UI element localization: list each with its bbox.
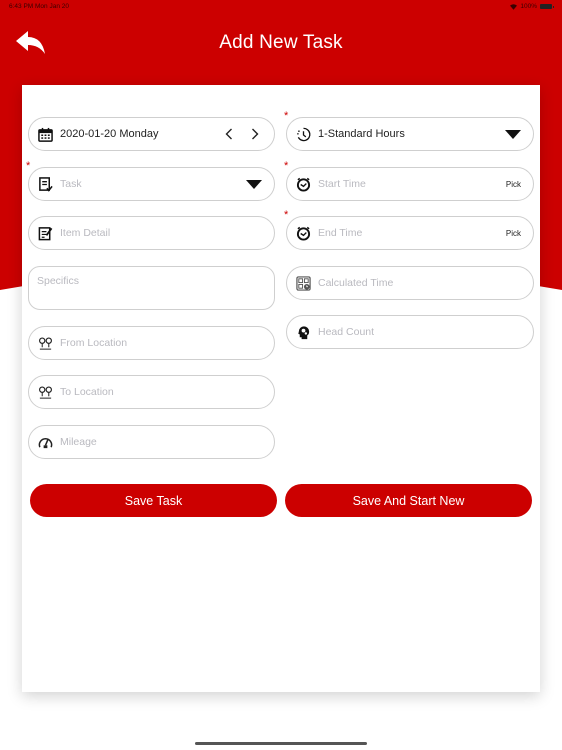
location-pins-icon [37, 384, 53, 400]
end-time-pick-button[interactable]: Pick [506, 229, 521, 238]
end-time-placeholder: End Time [318, 227, 363, 239]
start-time-placeholder: Start Time [318, 178, 366, 190]
head-count-placeholder: Head Count [318, 326, 375, 338]
to-location-input[interactable]: To Location [28, 375, 275, 409]
task-dropdown[interactable]: * Task [26, 161, 275, 201]
start-time-input[interactable]: * Start Time Pick [284, 161, 534, 201]
alarm-clock-icon [295, 225, 311, 241]
home-indicator[interactable] [195, 742, 367, 745]
task-form-card: 2020-01-20 Monday * Task Item Detail Spe… [22, 85, 540, 692]
speedometer-icon [37, 434, 53, 450]
mileage-placeholder: Mileage [60, 436, 97, 448]
head-gears-icon [295, 324, 311, 340]
save-and-start-new-button[interactable]: Save And Start New [285, 484, 532, 517]
status-bar: 6:43 PM Mon Jan 20 100% [0, 0, 562, 14]
to-location-placeholder: To Location [60, 386, 114, 398]
caret-down-icon [246, 179, 262, 189]
item-detail-input[interactable]: Item Detail [28, 216, 275, 250]
previous-day-button[interactable] [222, 127, 236, 141]
battery-percent: 100% [520, 3, 537, 10]
start-time-pick-button[interactable]: Pick [506, 180, 521, 189]
specifics-textarea[interactable]: Specifics [28, 266, 275, 310]
chevron-left-icon [225, 128, 232, 140]
chevron-right-icon [252, 128, 259, 140]
calculator-clock-icon [295, 275, 311, 291]
wifi-icon [510, 3, 518, 10]
date-selector[interactable]: 2020-01-20 Monday [28, 117, 275, 151]
date-value: 2020-01-20 Monday [60, 128, 159, 140]
required-marker: * [26, 160, 31, 172]
save-task-button[interactable]: Save Task [30, 484, 277, 517]
caret-down-icon [505, 129, 521, 139]
status-time: 6:43 PM Mon Jan 20 [9, 3, 69, 10]
edit-document-icon [37, 225, 53, 241]
calculated-time-placeholder: Calculated Time [318, 277, 394, 289]
item-detail-placeholder: Item Detail [60, 227, 111, 239]
task-placeholder: Task [60, 178, 82, 190]
hours-type-value: 1-Standard Hours [318, 128, 405, 140]
end-time-input[interactable]: * End Time Pick [284, 210, 534, 250]
alarm-clock-icon [295, 176, 311, 192]
required-marker: * [284, 209, 289, 221]
task-checklist-icon [37, 176, 53, 192]
next-day-button[interactable] [248, 127, 262, 141]
from-location-placeholder: From Location [60, 337, 128, 349]
mileage-input[interactable]: Mileage [28, 425, 275, 459]
calculated-time-field[interactable]: Calculated Time [286, 266, 534, 300]
specifics-placeholder: Specifics [37, 275, 80, 287]
battery-icon [540, 4, 554, 9]
calendar-icon [37, 126, 53, 142]
from-location-input[interactable]: From Location [28, 326, 275, 360]
location-pins-icon [37, 335, 53, 351]
status-indicators: 100% [510, 3, 554, 10]
hours-type-dropdown[interactable]: * 1-Standard Hours [284, 111, 534, 151]
required-marker: * [284, 160, 289, 172]
head-count-input[interactable]: Head Count [286, 315, 534, 349]
clock-history-icon [295, 126, 311, 142]
page-title: Add New Task [219, 32, 343, 53]
required-marker: * [284, 110, 289, 122]
